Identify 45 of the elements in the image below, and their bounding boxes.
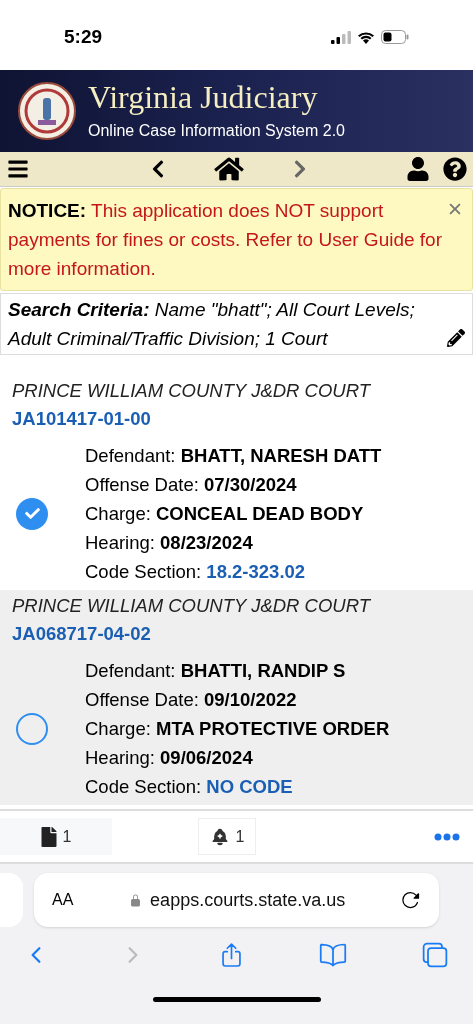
url-text: eapps.courts.state.va.us: [150, 888, 346, 912]
text-size-button[interactable]: AA: [52, 888, 74, 912]
more-icon[interactable]: [434, 832, 460, 841]
menu-icon[interactable]: [6, 158, 30, 180]
case-field: Offense Date: 07/30/2024: [85, 470, 382, 499]
documents-tab[interactable]: 1: [0, 818, 112, 855]
court-name: PRINCE WILLIAM COUNTY J&DR COURT: [12, 594, 372, 618]
tab-count: 1: [235, 826, 245, 847]
case-field: Hearing: 08/23/2024: [85, 528, 382, 557]
battery-icon: [381, 30, 409, 44]
case-field: Defendant: BHATTI, RANDIP S: [85, 656, 390, 685]
case-card[interactable]: PRINCE WILLIAM COUNTY J&DR COURT JA068717-04-02 Defendant: BHATTI, RANDIP S Offense Date: 09/10/2022 Charge: MTA PROTECTIVE ORDER Hearing: 09/06/2024 Code Section: NO CODE: [0, 590, 473, 805]
signal-icon: [331, 30, 351, 44]
reload-icon[interactable]: [401, 890, 421, 910]
check-icon: [24, 506, 40, 521]
address-bar[interactable]: AA eapps.courts.state.va.us: [34, 873, 439, 927]
bookmarks-icon[interactable]: [318, 941, 348, 969]
user-icon[interactable]: [407, 157, 429, 181]
notice-text: NOTICE: This application does NOT support payments for fines or costs. Refer to User Guide for more information.: [8, 199, 443, 281]
case-field: Hearing: 09/06/2024: [85, 743, 390, 772]
unselected-checkbox[interactable]: [16, 712, 48, 745]
case-field: Defendant: BHATT, NARESH DATT: [85, 441, 382, 470]
case-field[interactable]: Code Section: 18.2-323.02: [85, 557, 382, 586]
site-title: Virginia Judiciary: [88, 79, 319, 115]
lock-icon: [129, 892, 143, 908]
alerts-tab[interactable]: 1: [198, 818, 256, 855]
case-number-link[interactable]: JA101417-01-00: [12, 403, 461, 435]
tab-count: 1: [62, 826, 72, 847]
case-field: Charge: MTA PROTECTIVE ORDER: [85, 714, 390, 743]
search-criteria-text: Search Criteria: Name "bhatt"; All Court Levels; Adult Criminal/Traffic Division; 1 Court: [8, 298, 416, 351]
status-time: 5:29: [64, 24, 103, 49]
wifi-icon: [357, 30, 375, 44]
case-number-link[interactable]: JA068717-04-02: [12, 618, 461, 650]
help-icon[interactable]: [443, 157, 467, 181]
state-seal-icon: [18, 82, 76, 140]
case-field: Offense Date: 09/10/2022: [85, 685, 390, 714]
case-field[interactable]: Code Section: NO CODE: [85, 772, 390, 801]
home-icon[interactable]: [213, 156, 244, 182]
document-icon: [40, 826, 57, 847]
edit-icon[interactable]: [447, 329, 465, 347]
selected-checkbox[interactable]: [16, 497, 48, 530]
tabs-icon[interactable]: [421, 941, 449, 969]
site-subtitle: Online Case Information System 2.0: [88, 121, 345, 141]
court-name: PRINCE WILLIAM COUNTY J&DR COURT: [12, 379, 372, 403]
case-field: Charge: CONCEAL DEAD BODY: [85, 499, 382, 528]
